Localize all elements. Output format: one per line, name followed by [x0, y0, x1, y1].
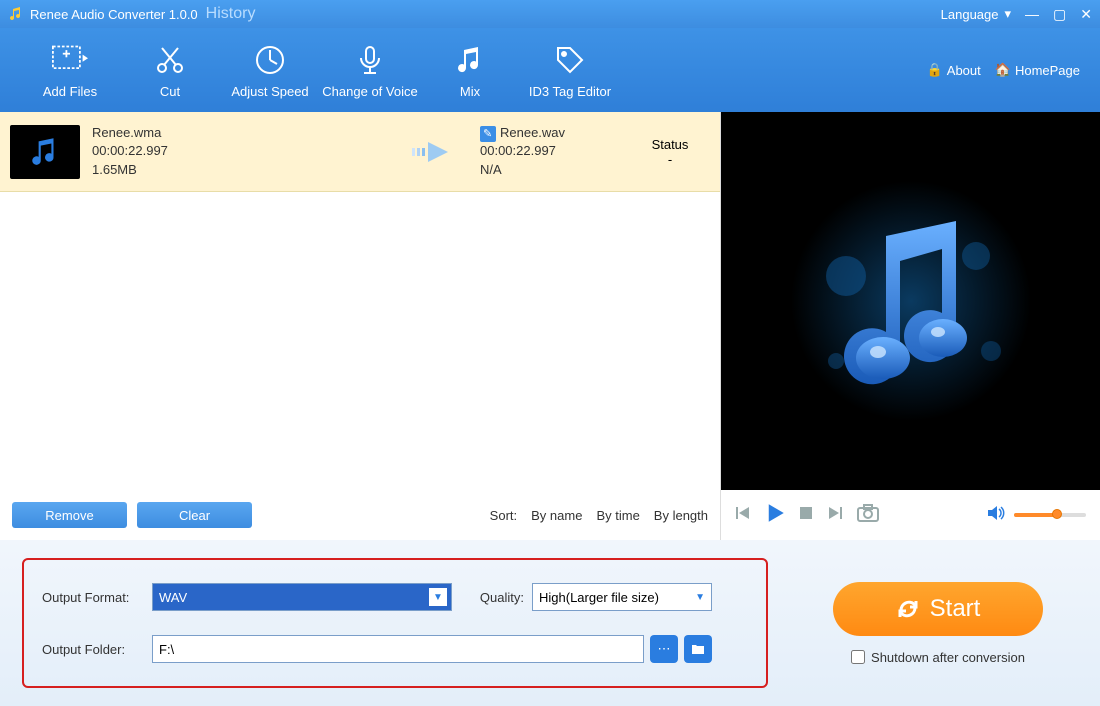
app-title: Renee Audio Converter 1.0.0: [30, 7, 198, 22]
file-list-area: Renee.wma 00:00:22.997 1.65MB Renee.wav …: [0, 112, 720, 540]
volume-slider[interactable]: [1014, 513, 1086, 517]
output-format-label: Output Format:: [42, 590, 152, 605]
chevron-down-icon: ▼: [429, 588, 447, 606]
shutdown-checkbox[interactable]: [851, 650, 865, 664]
output-panel: Output Format: WAV ▼ Quality: High(Large…: [0, 540, 1100, 706]
status-column: Status -: [630, 137, 710, 167]
remove-button[interactable]: Remove: [12, 502, 127, 528]
shutdown-checkbox-label[interactable]: Shutdown after conversion: [851, 650, 1025, 665]
stop-button[interactable]: [799, 506, 813, 525]
add-files-icon: [52, 42, 88, 78]
start-button[interactable]: Start: [833, 582, 1043, 636]
destination-file-duration: 00:00:22.997: [480, 142, 630, 160]
tag-icon: [552, 42, 588, 78]
destination-file-info: Renee.wav 00:00:22.997 N/A: [480, 124, 630, 179]
file-list-empty: [0, 192, 720, 490]
add-files-button[interactable]: Add Files: [20, 42, 120, 99]
source-file-info: Renee.wma 00:00:22.997 1.65MB: [92, 124, 168, 179]
scissors-icon: [152, 42, 188, 78]
output-folder-label: Output Folder:: [42, 642, 152, 657]
about-link[interactable]: 🔒 About: [927, 62, 981, 78]
adjust-speed-button[interactable]: Adjust Speed: [220, 42, 320, 99]
start-column: Start Shutdown after conversion: [798, 558, 1078, 688]
quality-value: High(Larger file size): [539, 590, 659, 605]
mix-button[interactable]: Mix: [420, 42, 520, 99]
sort-label: Sort:: [490, 508, 517, 523]
quality-dropdown[interactable]: High(Larger file size) ▼: [532, 583, 712, 611]
homepage-link[interactable]: 🏠 HomePage: [995, 62, 1080, 78]
source-file-size: 1.65MB: [92, 161, 168, 179]
preview-panel: [720, 112, 1100, 540]
volume-icon[interactable]: [988, 505, 1006, 526]
chevron-down-icon: ▼: [695, 592, 705, 603]
prev-track-button[interactable]: [735, 505, 751, 526]
chevron-down-icon: ▾: [1005, 6, 1012, 22]
list-action-row: Remove Clear Sort: By name By time By le…: [0, 490, 720, 540]
main-area: Renee.wma 00:00:22.997 1.65MB Renee.wav …: [0, 112, 1100, 540]
quality-label: Quality:: [452, 590, 532, 605]
mix-icon: [452, 42, 488, 78]
home-icon: 🏠: [995, 62, 1011, 78]
play-button[interactable]: [765, 503, 785, 528]
output-settings-box: Output Format: WAV ▼ Quality: High(Large…: [22, 558, 768, 688]
file-row[interactable]: Renee.wma 00:00:22.997 1.65MB Renee.wav …: [0, 112, 720, 192]
sort-by-time[interactable]: By time: [596, 508, 639, 523]
file-thumbnail: [10, 125, 80, 179]
browse-folder-button[interactable]: [684, 635, 712, 663]
snapshot-button[interactable]: [857, 504, 879, 527]
destination-file-name: Renee.wav: [500, 125, 565, 140]
clear-button[interactable]: Clear: [137, 502, 252, 528]
status-value: -: [630, 152, 710, 167]
more-options-button[interactable]: ⋯: [650, 635, 678, 663]
microphone-icon: [352, 42, 388, 78]
close-button[interactable]: ✕: [1080, 6, 1092, 23]
edit-icon[interactable]: [480, 126, 496, 142]
preview-canvas: [721, 112, 1100, 490]
change-voice-button[interactable]: Change of Voice: [320, 42, 420, 99]
title-bar: Renee Audio Converter 1.0.0 History Lang…: [0, 0, 1100, 28]
cut-button[interactable]: Cut: [120, 42, 220, 99]
refresh-icon: [896, 597, 920, 621]
source-file-duration: 00:00:22.997: [92, 142, 168, 160]
language-dropdown[interactable]: Language ▾: [941, 6, 1011, 22]
language-label: Language: [941, 7, 999, 22]
sort-by-length[interactable]: By length: [654, 508, 708, 523]
destination-file-size: N/A: [480, 161, 630, 179]
next-track-button[interactable]: [827, 505, 843, 526]
output-format-value: WAV: [159, 590, 187, 605]
id3-tag-editor-button[interactable]: ID3 Tag Editor: [520, 42, 620, 99]
music-artwork-icon: [791, 181, 1031, 421]
status-header: Status: [630, 137, 710, 152]
sort-by-name[interactable]: By name: [531, 508, 582, 523]
output-format-dropdown[interactable]: WAV ▼: [152, 583, 452, 611]
history-link[interactable]: History: [206, 5, 256, 23]
output-folder-input[interactable]: [152, 635, 644, 663]
minimize-button[interactable]: —: [1025, 6, 1039, 22]
app-logo-icon: [8, 6, 24, 22]
maximize-button[interactable]: ▢: [1053, 6, 1066, 23]
player-controls: [721, 490, 1100, 540]
lock-icon: 🔒: [927, 62, 943, 78]
convert-arrow-icon: [410, 137, 460, 167]
speed-icon: [252, 42, 288, 78]
source-file-name: Renee.wma: [92, 124, 168, 142]
start-label: Start: [930, 595, 981, 623]
main-toolbar: Add Files Cut Adjust Speed Change of Voi…: [0, 28, 1100, 112]
